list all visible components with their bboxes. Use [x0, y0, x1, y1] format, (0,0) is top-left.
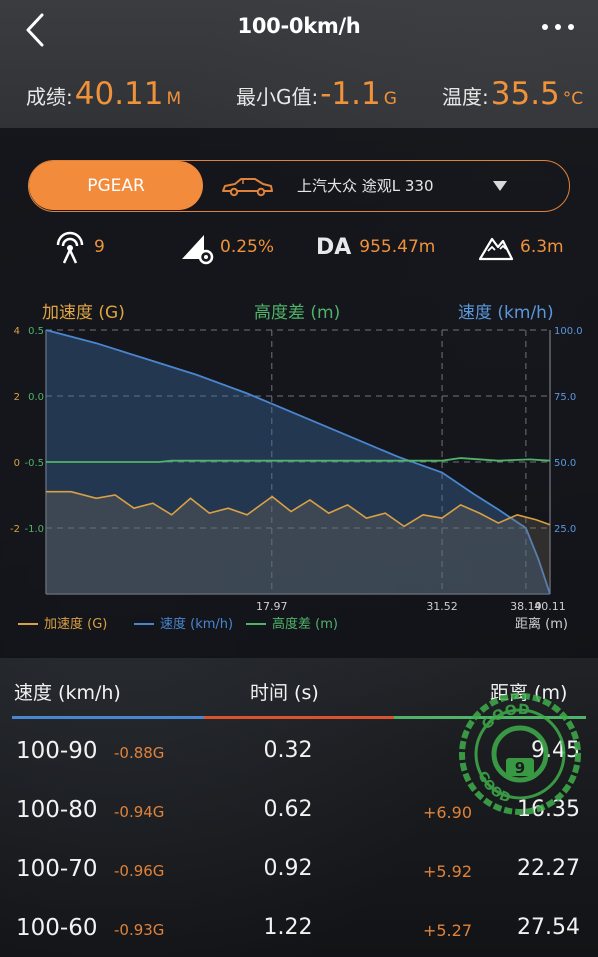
more-dot-icon [555, 24, 561, 30]
good-stamp-icon: GOOD GOOD 9 [459, 693, 581, 815]
height-tick-label: -1.0 [24, 524, 44, 535]
accel-tick-label: 2 [14, 392, 20, 403]
row-g-value: -0.93G [114, 921, 165, 939]
summary-stats: 成绩: 40.11 M 最小G值: -1.1 G 温度: 35.5 °C [0, 68, 598, 122]
row-time: 1.22 [263, 915, 313, 940]
temp-value: 35.5 [490, 76, 560, 112]
min-g-value: -1.1 [320, 76, 381, 112]
da-label: DA [316, 234, 352, 260]
speed-tick-label: 25.0 [554, 524, 576, 535]
height-tick-label: 0.5 [28, 326, 44, 337]
metric-altitude: 6.3m [478, 226, 564, 268]
legend-label: 速度 (km/h) [160, 616, 233, 632]
row-g-value: -0.88G [114, 744, 165, 762]
row-range: 100-80 [16, 797, 98, 823]
slope-value: 0.25% [220, 237, 275, 257]
caret-down-icon[interactable] [493, 181, 507, 191]
header-time: 时间 (s) [250, 682, 319, 704]
metric-slope: 0.25% [178, 226, 274, 268]
stat-temperature: 温度: 35.5 °C [442, 68, 583, 122]
table-row: 100-70 -0.96G 0.92 +5.92 22.27 [0, 848, 598, 906]
row-time: 0.32 [263, 738, 313, 763]
row-range: 100-70 [16, 856, 98, 882]
result-label: 成绩: [26, 85, 73, 109]
min-g-unit: G [383, 89, 397, 109]
x-tick-label: 31.52 [426, 600, 458, 613]
speed-tick-label: 100.0 [554, 326, 583, 337]
device-car-selector[interactable]: PGEAR 上汽大众 途观L 330 [28, 160, 570, 212]
header-line-speed [12, 716, 204, 719]
height-tick-label: 0.0 [28, 392, 44, 403]
accel-tick-label: -2 [10, 524, 20, 535]
more-options-button[interactable] [538, 14, 578, 40]
metric-satellites: 9 [52, 226, 105, 268]
x-tick-label: 17.97 [256, 600, 288, 613]
top-bar: 100-0km/h [0, 0, 598, 62]
slope-gear-icon [182, 235, 214, 265]
result-value: 40.11 [74, 76, 164, 112]
legend-label: 高度差 (m) [272, 616, 338, 632]
device-pill[interactable]: PGEAR [29, 161, 203, 210]
row-distance: 27.54 [517, 915, 580, 940]
svg-text:9: 9 [515, 759, 525, 777]
chart: 加速度 (G) 高度差 (m) 速度 (km/h) 4 0.5 100.0 2 0.0 7… [0, 292, 598, 642]
satellite-signal-icon [56, 231, 84, 264]
row-delta: +5.27 [422, 921, 472, 940]
car-icon [222, 178, 273, 197]
speed-tick-label: 75.0 [554, 392, 576, 403]
temp-unit: °C [562, 89, 584, 109]
row-distance: 22.27 [517, 856, 580, 881]
more-dot-icon [568, 24, 574, 30]
table-row: 100-60 -0.93G 1.22 +5.27 27.54 [0, 907, 598, 957]
speed-tick-label: 50.0 [554, 458, 576, 469]
satellites-value: 9 [94, 237, 105, 257]
header-speed: 速度 (km/h) [14, 682, 121, 704]
result-unit: M [166, 89, 182, 109]
da-value: 955.47m [359, 237, 436, 257]
temp-label: 温度: [442, 85, 489, 109]
chart-svg: 4 0.5 100.0 2 0.0 75.0 0 -0.5 50.0 -2 -1.0 25.0 17.9… [10, 326, 583, 632]
x-tick-label: 40.11 [534, 600, 566, 613]
header-line-time [204, 716, 394, 719]
row-delta: +5.92 [422, 862, 472, 881]
row-range: 100-60 [16, 915, 98, 941]
row-time: 0.62 [263, 797, 313, 822]
stat-min-g: 最小G值: -1.1 G [236, 68, 397, 122]
stat-result: 成绩: 40.11 M [26, 68, 181, 122]
accel-tick-label: 0 [14, 458, 20, 469]
altitude-value: 6.3m [520, 237, 564, 257]
run-metrics: 9 0.25% DA 955.47m 6.3m [0, 226, 598, 268]
legend-label: 加速度 (G) [44, 616, 107, 632]
accel-tick-label: 4 [14, 326, 20, 337]
row-g-value: -0.96G [114, 862, 165, 880]
mountain-icon [478, 237, 514, 261]
height-tick-label: -0.5 [24, 458, 44, 469]
x-axis-label: 距离 (m) [515, 616, 568, 632]
row-range: 100-90 [16, 738, 98, 764]
row-time: 0.92 [263, 856, 313, 881]
page-title: 100-0km/h [237, 14, 361, 38]
car-model-text: 上汽大众 途观L 330 [297, 177, 434, 195]
row-g-value: -0.94G [114, 803, 165, 821]
metric-density-altitude: DA 955.47m [316, 226, 435, 268]
min-g-label: 最小G值: [236, 85, 319, 109]
more-dot-icon [542, 24, 548, 30]
